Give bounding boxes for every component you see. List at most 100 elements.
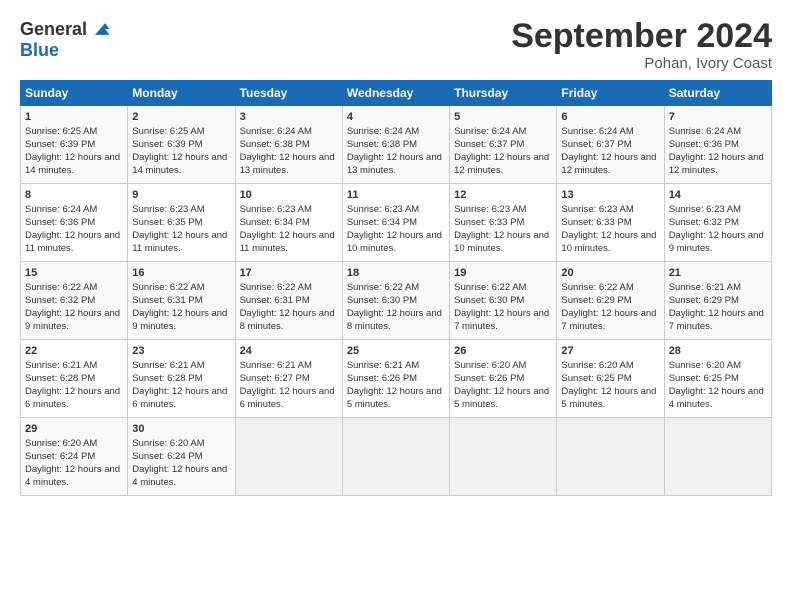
sunset-text: Sunset: 6:34 PM xyxy=(347,217,417,228)
sunrise-text: Sunrise: 6:24 AM xyxy=(25,204,97,215)
daylight-text: Daylight: 12 hours and 7 minutes. xyxy=(669,308,764,332)
day-number: 13 xyxy=(561,188,659,203)
cell-week4-1: 23Sunrise: 6:21 AMSunset: 6:28 PMDayligh… xyxy=(128,340,235,418)
cell-week1-0: 1Sunrise: 6:25 AMSunset: 6:39 PMDaylight… xyxy=(21,106,128,184)
cell-week1-5: 6Sunrise: 6:24 AMSunset: 6:37 PMDaylight… xyxy=(557,106,664,184)
col-saturday: Saturday xyxy=(664,81,771,106)
sunrise-text: Sunrise: 6:24 AM xyxy=(240,126,312,137)
day-number: 24 xyxy=(240,344,338,359)
day-number: 27 xyxy=(561,344,659,359)
sunrise-text: Sunrise: 6:21 AM xyxy=(132,360,204,371)
daylight-text: Daylight: 12 hours and 11 minutes. xyxy=(240,230,335,254)
sunrise-text: Sunrise: 6:20 AM xyxy=(25,438,97,449)
cell-week2-2: 10Sunrise: 6:23 AMSunset: 6:34 PMDayligh… xyxy=(235,184,342,262)
daylight-text: Daylight: 12 hours and 4 minutes. xyxy=(25,464,120,488)
sunset-text: Sunset: 6:24 PM xyxy=(25,451,95,462)
daylight-text: Daylight: 12 hours and 7 minutes. xyxy=(454,308,549,332)
sunrise-text: Sunrise: 6:23 AM xyxy=(561,204,633,215)
logo-general: General xyxy=(20,19,87,40)
day-number: 14 xyxy=(669,188,767,203)
day-number: 16 xyxy=(132,266,230,281)
sunset-text: Sunset: 6:34 PM xyxy=(240,217,310,228)
daylight-text: Daylight: 12 hours and 10 minutes. xyxy=(454,230,549,254)
day-number: 25 xyxy=(347,344,445,359)
sunrise-text: Sunrise: 6:22 AM xyxy=(347,282,419,293)
calendar-row-4: 22Sunrise: 6:21 AMSunset: 6:28 PMDayligh… xyxy=(21,340,772,418)
sunset-text: Sunset: 6:31 PM xyxy=(132,295,202,306)
daylight-text: Daylight: 12 hours and 9 minutes. xyxy=(669,230,764,254)
sunrise-text: Sunrise: 6:23 AM xyxy=(347,204,419,215)
day-number: 5 xyxy=(454,110,552,125)
day-number: 28 xyxy=(669,344,767,359)
sunset-text: Sunset: 6:30 PM xyxy=(347,295,417,306)
calendar-row-3: 15Sunrise: 6:22 AMSunset: 6:32 PMDayligh… xyxy=(21,262,772,340)
page: General Blue September 2024 Pohan, Ivory… xyxy=(0,0,792,612)
day-number: 29 xyxy=(25,422,123,437)
sunset-text: Sunset: 6:38 PM xyxy=(347,139,417,150)
sunrise-text: Sunrise: 6:23 AM xyxy=(669,204,741,215)
daylight-text: Daylight: 12 hours and 14 minutes. xyxy=(25,152,120,176)
sunset-text: Sunset: 6:28 PM xyxy=(132,373,202,384)
daylight-text: Daylight: 12 hours and 6 minutes. xyxy=(240,386,335,410)
sunset-text: Sunset: 6:37 PM xyxy=(454,139,524,150)
cell-week5-1: 30Sunrise: 6:20 AMSunset: 6:24 PMDayligh… xyxy=(128,418,235,496)
cell-week2-1: 9Sunrise: 6:23 AMSunset: 6:35 PMDaylight… xyxy=(128,184,235,262)
logo: General Blue xyxy=(20,18,111,61)
logo-blue: Blue xyxy=(20,40,59,60)
cell-week5-2 xyxy=(235,418,342,496)
day-number: 15 xyxy=(25,266,123,281)
daylight-text: Daylight: 12 hours and 12 minutes. xyxy=(561,152,656,176)
day-number: 12 xyxy=(454,188,552,203)
sunset-text: Sunset: 6:39 PM xyxy=(25,139,95,150)
day-number: 3 xyxy=(240,110,338,125)
sunrise-text: Sunrise: 6:24 AM xyxy=(454,126,526,137)
sunrise-text: Sunrise: 6:25 AM xyxy=(132,126,204,137)
daylight-text: Daylight: 12 hours and 13 minutes. xyxy=(240,152,335,176)
sunset-text: Sunset: 6:32 PM xyxy=(669,217,739,228)
cell-week4-2: 24Sunrise: 6:21 AMSunset: 6:27 PMDayligh… xyxy=(235,340,342,418)
calendar-row-2: 8Sunrise: 6:24 AMSunset: 6:36 PMDaylight… xyxy=(21,184,772,262)
sunrise-text: Sunrise: 6:22 AM xyxy=(132,282,204,293)
sunset-text: Sunset: 6:29 PM xyxy=(561,295,631,306)
cell-week3-2: 17Sunrise: 6:22 AMSunset: 6:31 PMDayligh… xyxy=(235,262,342,340)
day-number: 11 xyxy=(347,188,445,203)
month-title: September 2024 xyxy=(511,18,772,55)
location: Pohan, Ivory Coast xyxy=(511,55,772,72)
day-number: 23 xyxy=(132,344,230,359)
sunset-text: Sunset: 6:28 PM xyxy=(25,373,95,384)
cell-week3-3: 18Sunrise: 6:22 AMSunset: 6:30 PMDayligh… xyxy=(342,262,449,340)
sunset-text: Sunset: 6:38 PM xyxy=(240,139,310,150)
daylight-text: Daylight: 12 hours and 5 minutes. xyxy=(347,386,442,410)
day-number: 19 xyxy=(454,266,552,281)
day-number: 1 xyxy=(25,110,123,125)
daylight-text: Daylight: 12 hours and 13 minutes. xyxy=(347,152,442,176)
cell-week3-1: 16Sunrise: 6:22 AMSunset: 6:31 PMDayligh… xyxy=(128,262,235,340)
sunrise-text: Sunrise: 6:20 AM xyxy=(561,360,633,371)
cell-week2-4: 12Sunrise: 6:23 AMSunset: 6:33 PMDayligh… xyxy=(450,184,557,262)
sunrise-text: Sunrise: 6:20 AM xyxy=(669,360,741,371)
col-tuesday: Tuesday xyxy=(235,81,342,106)
cell-week3-4: 19Sunrise: 6:22 AMSunset: 6:30 PMDayligh… xyxy=(450,262,557,340)
header-row: Sunday Monday Tuesday Wednesday Thursday… xyxy=(21,81,772,106)
sunset-text: Sunset: 6:39 PM xyxy=(132,139,202,150)
cell-week1-3: 4Sunrise: 6:24 AMSunset: 6:38 PMDaylight… xyxy=(342,106,449,184)
sunset-text: Sunset: 6:26 PM xyxy=(347,373,417,384)
calendar-row-1: 1 Sunrise: 6:25 AM Sunset: 6:39 PM Daylight… xyxy=(21,106,772,184)
cell-week4-0: 22Sunrise: 6:21 AMSunset: 6:28 PMDayligh… xyxy=(21,340,128,418)
daylight-text: Daylight: 12 hours and 12 minutes. xyxy=(454,152,549,176)
daylight-text: Daylight: 12 hours and 8 minutes. xyxy=(240,308,335,332)
col-friday: Friday xyxy=(557,81,664,106)
sunrise-text: Sunrise: 6:24 AM xyxy=(347,126,419,137)
daylight-text: Daylight: 12 hours and 7 minutes. xyxy=(561,308,656,332)
sunrise-text: Sunrise: 6:24 AM xyxy=(669,126,741,137)
cell-week5-6 xyxy=(664,418,771,496)
daylight-text: Daylight: 12 hours and 4 minutes. xyxy=(132,464,227,488)
sunrise-text: Sunrise: 6:22 AM xyxy=(454,282,526,293)
sunrise-text: Sunrise: 6:22 AM xyxy=(240,282,312,293)
sunrise-text: Sunrise: 6:21 AM xyxy=(347,360,419,371)
daylight-text: Daylight: 12 hours and 14 minutes. xyxy=(132,152,227,176)
sunrise-text: Sunrise: 6:22 AM xyxy=(561,282,633,293)
cell-week2-5: 13Sunrise: 6:23 AMSunset: 6:33 PMDayligh… xyxy=(557,184,664,262)
day-number: 30 xyxy=(132,422,230,437)
sunset-text: Sunset: 6:36 PM xyxy=(669,139,739,150)
